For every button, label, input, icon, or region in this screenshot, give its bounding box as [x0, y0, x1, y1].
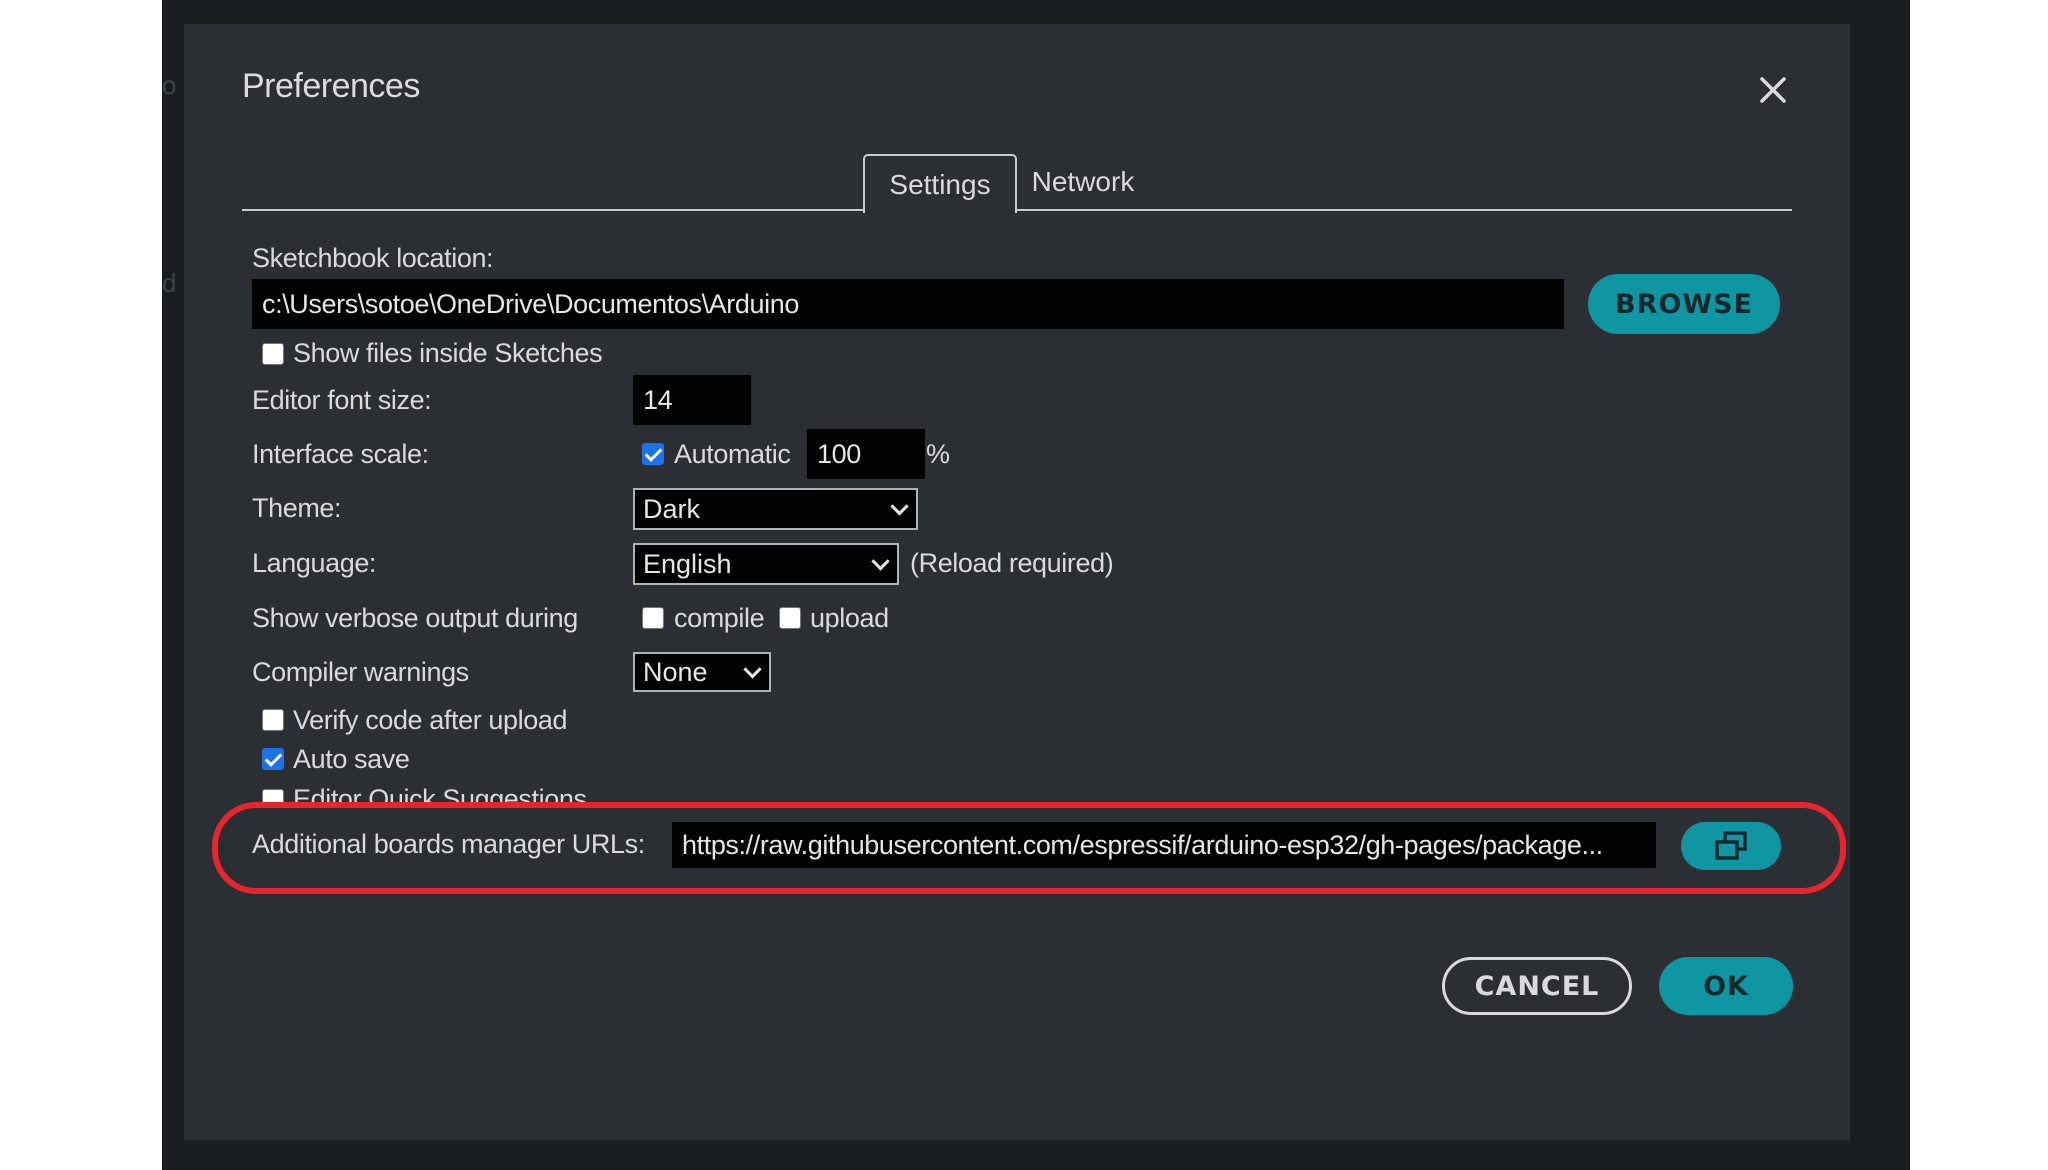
- automatic-label: Automatic: [674, 439, 791, 469]
- interface-scale-input[interactable]: 100: [807, 429, 925, 479]
- show-files-checkbox[interactable]: [262, 343, 284, 365]
- automatic-scale-checkbox[interactable]: [642, 443, 664, 465]
- quick-suggestions-checkbox[interactable]: [262, 789, 284, 802]
- background-text: o: [162, 70, 177, 100]
- verbose-compile-label: compile: [674, 603, 765, 633]
- close-icon[interactable]: [1750, 67, 1796, 113]
- show-files-label: Show files inside Sketches: [293, 338, 603, 368]
- compiler-warnings-value: None: [643, 656, 708, 687]
- sketchbook-path-input[interactable]: c:\Users\sotoe\OneDrive\Documentos\Ardui…: [252, 279, 1564, 329]
- language-label: Language:: [252, 548, 377, 578]
- verbose-compile-checkbox[interactable]: [642, 607, 664, 629]
- open-urls-editor-button[interactable]: [1681, 822, 1781, 870]
- tabs-divider: [242, 209, 1792, 211]
- scale-unit-label: %: [926, 439, 950, 469]
- chevron-down-icon: [890, 497, 909, 516]
- chevron-down-icon: [743, 660, 762, 679]
- language-select-value: English: [643, 548, 732, 579]
- compiler-warnings-select[interactable]: None: [633, 652, 771, 692]
- sketchbook-label: Sketchbook location:: [252, 243, 494, 273]
- open-window-icon: [1715, 831, 1747, 860]
- verbose-upload-checkbox[interactable]: [779, 607, 801, 629]
- tab-settings[interactable]: Settings: [863, 154, 1017, 213]
- verify-code-checkbox[interactable]: [262, 709, 284, 731]
- auto-save-checkbox[interactable]: [262, 748, 284, 770]
- scroll-clip: Editor Quick Suggestions: [254, 780, 654, 802]
- interface-scale-label: Interface scale:: [252, 439, 429, 469]
- font-size-label: Editor font size:: [252, 385, 432, 415]
- tab-network[interactable]: Network: [1018, 154, 1148, 210]
- boards-urls-label: Additional boards manager URLs:: [252, 829, 645, 859]
- chevron-down-icon: [871, 552, 890, 571]
- reload-required-note: (Reload required): [910, 548, 1114, 578]
- language-select[interactable]: English: [633, 543, 899, 585]
- theme-label: Theme:: [252, 493, 342, 523]
- browse-button[interactable]: BROWSE: [1588, 274, 1780, 334]
- quick-suggestions-label: Editor Quick Suggestions: [293, 784, 587, 802]
- cancel-button[interactable]: CANCEL: [1442, 957, 1632, 1015]
- verbose-upload-label: upload: [810, 603, 889, 633]
- background-text: d: [162, 268, 177, 298]
- boards-urls-input[interactable]: https://raw.githubusercontent.com/espres…: [672, 822, 1656, 868]
- compiler-warnings-label: Compiler warnings: [252, 657, 469, 687]
- verify-code-label: Verify code after upload: [293, 705, 568, 735]
- font-size-input[interactable]: 14: [633, 375, 751, 425]
- verbose-output-label: Show verbose output during: [252, 603, 578, 633]
- theme-select[interactable]: Dark: [633, 488, 918, 530]
- theme-select-value: Dark: [643, 493, 701, 524]
- ok-button[interactable]: OK: [1659, 957, 1793, 1015]
- auto-save-label: Auto save: [293, 744, 410, 774]
- dialog-title: Preferences: [242, 67, 420, 105]
